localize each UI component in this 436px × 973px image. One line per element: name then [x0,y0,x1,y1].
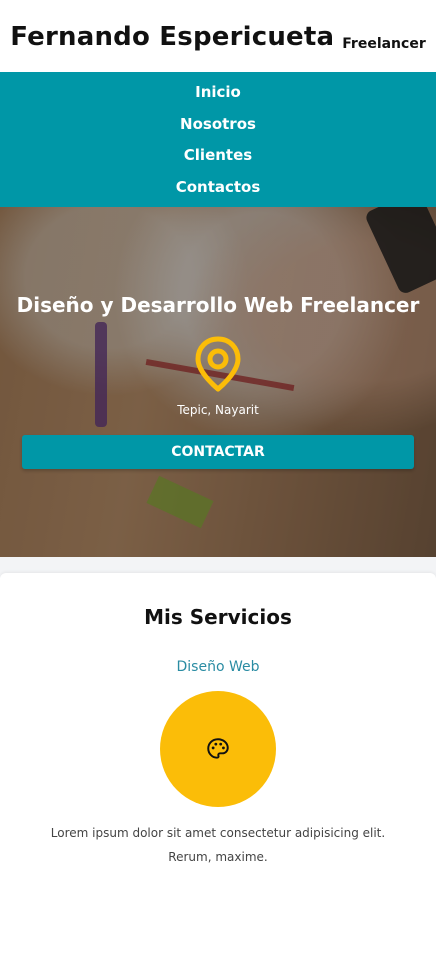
nav-link-nosotros[interactable]: Nosotros [180,115,256,133]
site-tagline: Freelancer [342,36,426,52]
service-description: Lorem ipsum dolor sit amet consectetur a… [50,826,386,864]
site-owner-name: Fernando Espericueta [10,22,335,52]
map-pin-icon [0,335,436,393]
nav-link-clientes[interactable]: Clientes [184,146,252,164]
services-section: Mis Servicios Diseño Web Lorem ipsum dol… [0,573,436,973]
location-text: Tepic, Nayarit [177,403,259,417]
services-heading: Mis Servicios [144,605,292,629]
service-title: Diseño Web [176,659,260,675]
service-icon-circle [160,691,276,807]
main-nav: Inicio Nosotros Clientes Contactos [0,72,436,207]
hero-section: Diseño y Desarrollo Web Freelancer Tepic… [0,207,436,557]
contact-button[interactable]: CONTACTAR [22,435,414,469]
palette-icon [207,738,229,759]
hero-title: Diseño y Desarrollo Web Freelancer [16,293,420,317]
hero-content: Diseño y Desarrollo Web Freelancer Tepic… [0,207,436,469]
nav-link-inicio[interactable]: Inicio [195,83,241,101]
site-header: Fernando Espericueta Freelancer [0,0,436,72]
nav-link-contactos[interactable]: Contactos [176,178,261,196]
